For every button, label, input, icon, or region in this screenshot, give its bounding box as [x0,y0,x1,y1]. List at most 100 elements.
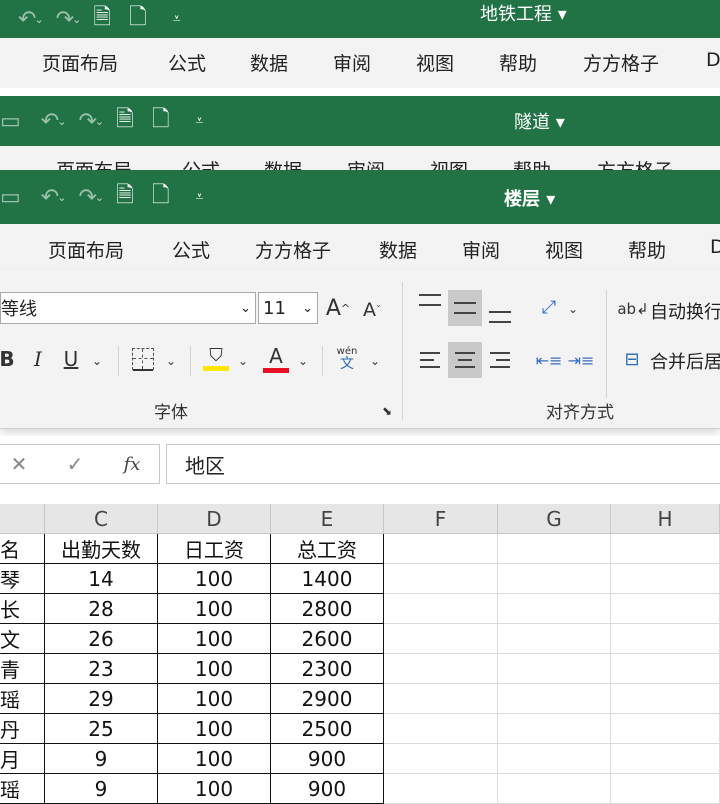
formula-input[interactable]: 地区 [166,444,720,484]
column-header-h[interactable]: H [611,504,720,534]
customize-toolbar-icon[interactable]: ⩡ [196,189,204,205]
align-right-button[interactable] [484,342,516,378]
table-cell[interactable] [611,594,720,624]
tab-overflow[interactable]: D [710,236,720,258]
chevron-down-icon[interactable]: ⌄ [90,346,104,376]
column-header-e[interactable]: E [271,504,384,534]
table-cell[interactable]: 2600 [271,624,384,654]
table-cell[interactable]: 丹 [0,714,45,744]
chevron-down-icon[interactable]: ⌄ [95,115,104,128]
table-cell[interactable]: 100 [158,624,271,654]
font-size-select[interactable]: 11 ⌄ [258,292,318,324]
print-preview-icon[interactable]: 🗎 [116,102,134,140]
table-cell[interactable] [498,654,611,684]
tab-data[interactable]: 数据 [250,49,288,76]
increase-font-size-icon[interactable]: A ^ [324,292,352,324]
increase-indent-icon[interactable]: ⇥≡ [566,342,596,378]
table-cell[interactable]: 100 [158,714,271,744]
header-cell[interactable]: 日工资 [158,534,271,564]
tab-help[interactable]: 帮助 [513,156,551,170]
column-header-b[interactable] [0,504,45,534]
merge-center-icon[interactable]: ⊟ [618,344,646,374]
tab-formulas[interactable]: 公式 [168,49,206,76]
table-cell[interactable]: 9 [45,744,158,774]
save-icon[interactable]: ▭ [0,109,21,134]
table-cell[interactable] [498,774,611,804]
enter-icon[interactable]: ✓ [62,448,88,480]
table-cell[interactable] [498,684,611,714]
tab-review[interactable]: 审阅 [333,49,371,76]
tab-formulas[interactable]: 公式 [172,236,210,263]
table-cell[interactable]: 长 [0,594,45,624]
header-cell[interactable]: 出勤天数 [45,534,158,564]
insert-function-icon[interactable]: fx [118,448,146,480]
table-cell[interactable]: 28 [45,594,158,624]
table-cell[interactable]: 2900 [271,684,384,714]
table-cell[interactable] [384,564,498,594]
font-name-select[interactable]: 等线 ⌄ [0,292,256,324]
table-cell[interactable]: 900 [271,774,384,804]
tab-formulas[interactable]: 公式 [182,156,220,170]
chevron-down-icon[interactable]: ⌄ [95,191,104,204]
tab-fangfanggezi[interactable]: 方方格子 [597,156,673,170]
borders-icon[interactable] [130,344,156,374]
table-cell[interactable]: 900 [271,744,384,774]
header-cell[interactable] [611,534,720,564]
phonetic-guide-icon[interactable]: wén 文 [332,342,362,376]
table-cell[interactable] [498,714,611,744]
table-cell[interactable] [384,774,498,804]
tab-overflow[interactable]: D [706,49,720,71]
table-cell[interactable]: 2300 [271,654,384,684]
table-cell[interactable]: 文 [0,624,45,654]
tab-view[interactable]: 视图 [430,156,468,170]
table-cell[interactable] [611,714,720,744]
align-bottom-button[interactable] [484,292,516,328]
window-title[interactable]: 楼层 ▾ [504,185,555,211]
chevron-down-icon[interactable]: ⌄ [566,294,580,324]
align-center-button[interactable] [448,342,482,378]
tab-fangfanggezi[interactable]: 方方格子 [583,49,659,76]
tab-page-layout[interactable]: 页面布局 [42,49,118,76]
align-top-button[interactable] [414,290,446,320]
table-cell[interactable]: 1400 [271,564,384,594]
table-cell[interactable] [498,744,611,774]
table-cell[interactable]: 2500 [271,714,384,744]
customize-toolbar-icon[interactable]: ⩡ [196,113,204,129]
table-cell[interactable] [611,654,720,684]
window-title[interactable]: 地铁工程 ▾ [480,0,567,26]
table-cell[interactable]: 9 [45,774,158,804]
table-cell[interactable] [384,654,498,684]
table-cell[interactable] [611,684,720,714]
header-cell[interactable]: 总工资 [271,534,384,564]
font-color-icon[interactable]: A [262,340,290,376]
tab-page-layout[interactable]: 页面布局 [48,236,124,263]
table-cell[interactable]: 100 [158,594,271,624]
merge-center-label[interactable]: 合并后居 [650,348,720,374]
column-header-g[interactable]: G [498,504,611,534]
tab-view[interactable]: 视图 [416,49,454,76]
header-cell[interactable] [498,534,611,564]
table-cell[interactable]: 月 [0,744,45,774]
header-cell[interactable] [384,534,498,564]
table-cell[interactable]: 100 [158,654,271,684]
tab-page-layout[interactable]: 页面布局 [56,156,132,170]
table-cell[interactable]: 瑶 [0,774,45,804]
cancel-icon[interactable]: ✕ [6,448,32,480]
wrap-text-icon[interactable]: ab↲ [617,294,648,324]
table-cell[interactable]: 瑶 [0,684,45,714]
tab-help[interactable]: 帮助 [628,236,666,263]
column-header-c[interactable]: C [45,504,158,534]
chevron-down-icon[interactable]: ⌄ [164,346,178,376]
table-cell[interactable]: 23 [45,654,158,684]
wrap-text-label[interactable]: 自动换行 [650,298,720,324]
window-title[interactable]: 隧道 ▾ [514,108,565,134]
decrease-indent-icon[interactable]: ⇤≡ [534,342,564,378]
tab-view[interactable]: 视图 [545,236,583,263]
underline-button[interactable]: U [60,344,82,374]
table-cell[interactable] [384,714,498,744]
table-cell[interactable] [384,624,498,654]
new-file-icon[interactable]: 🗋 [152,178,170,216]
table-cell[interactable] [384,744,498,774]
dialog-launcher-icon[interactable]: ⬊ [380,404,394,418]
text-orientation-icon[interactable]: ⤢ [534,292,564,322]
